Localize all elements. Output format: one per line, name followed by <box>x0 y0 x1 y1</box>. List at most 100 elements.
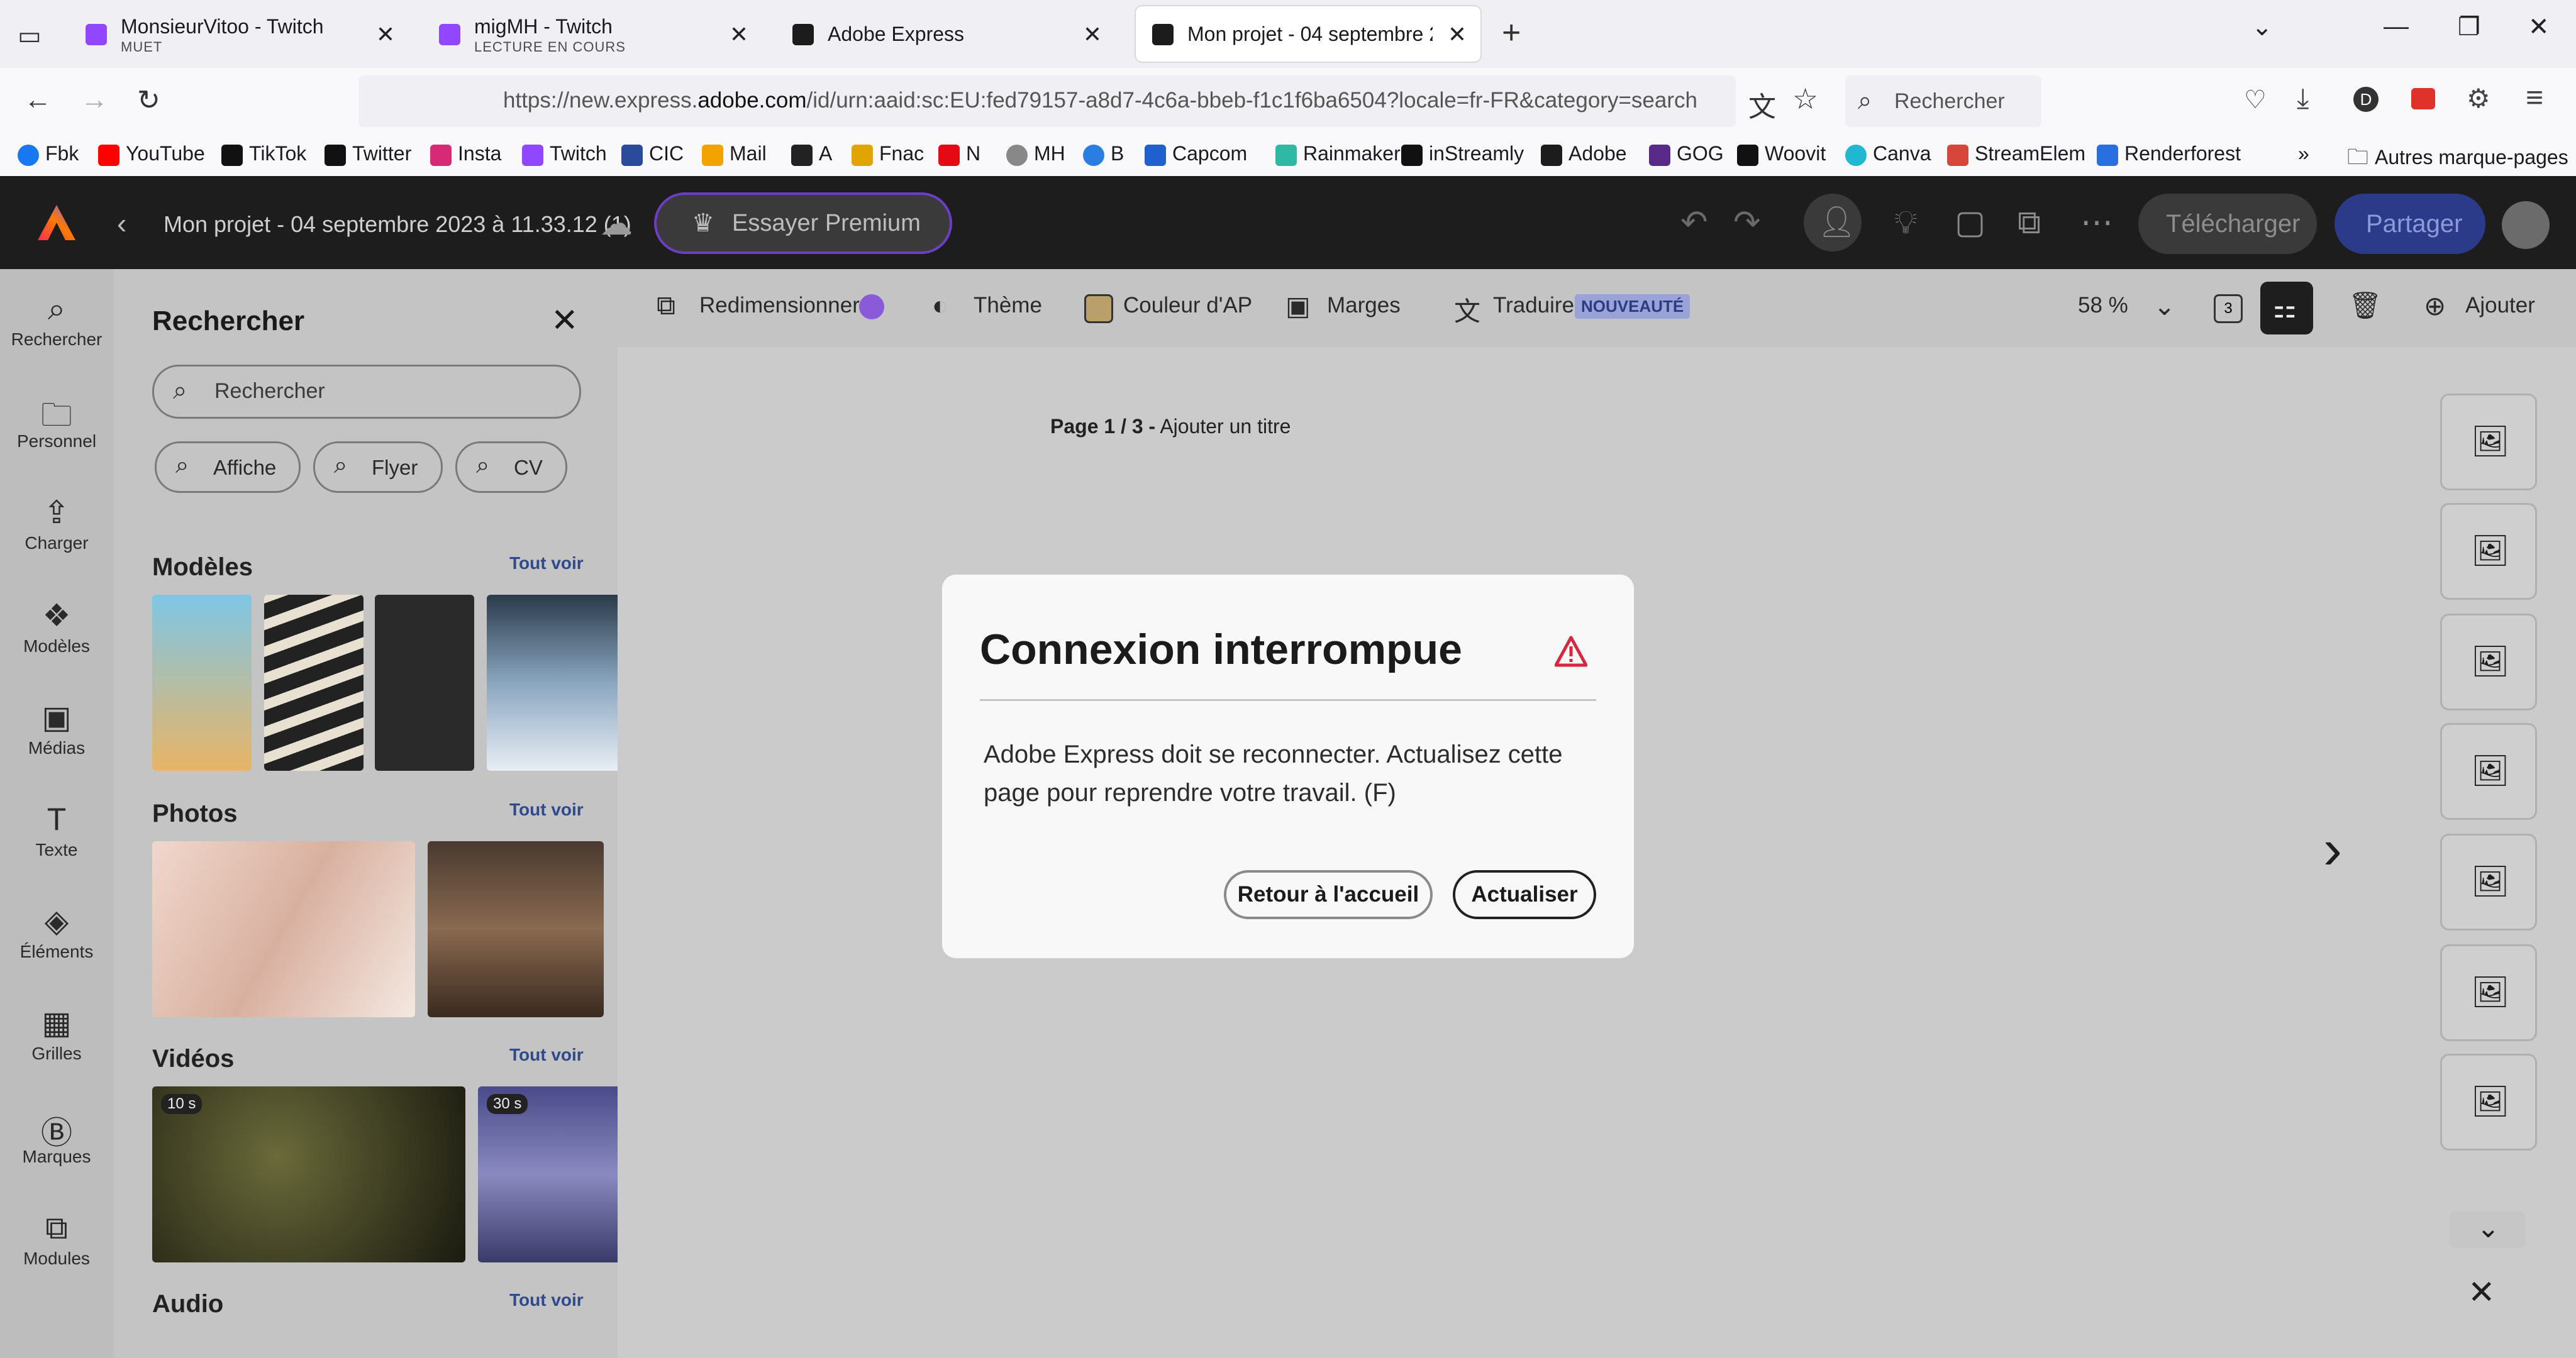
rail-item-personal[interactable]: 🗀 Personnel <box>0 392 113 451</box>
back-icon[interactable]: ← <box>24 84 52 116</box>
list-all-tabs-icon[interactable]: ▭ <box>18 21 42 50</box>
chip-affiche[interactable]: ⌕ Affiche <box>155 441 301 493</box>
page-thumbnail[interactable]: 🖼︎ <box>2440 834 2537 930</box>
tab-list-chevron-icon[interactable]: ⌄ <box>2251 13 2273 41</box>
rail-item-upload[interactable]: ⇪ Charger <box>0 494 113 553</box>
more-options-icon[interactable]: ⋯ <box>2080 204 2113 241</box>
review-icon[interactable]: ⧉ <box>2018 204 2041 242</box>
tab-migmh[interactable]: migMH - Twitch LECTURE EN COURS ✕ <box>423 6 762 62</box>
rail-item-elements[interactable]: ◈ Éléments <box>0 903 113 962</box>
page-thumbnail[interactable]: 🖼︎ <box>2440 944 2537 1041</box>
restore-icon[interactable]: ❐ <box>2458 13 2480 41</box>
bookmark-fnac[interactable]: Fnac <box>852 142 924 166</box>
trash-icon[interactable]: 🗑︎ <box>2348 290 2382 321</box>
back-to-home-button[interactable]: Retour à l'accueil <box>1224 870 1433 919</box>
rail-item-grids[interactable]: ▦ Grilles <box>0 1005 113 1064</box>
add-page-button[interactable]: Ajouter <box>2465 293 2535 318</box>
translate-button[interactable]: Traduire <box>1493 293 1574 318</box>
margins-button[interactable]: Marges <box>1327 293 1401 318</box>
see-all-photos-link[interactable]: Tout voir <box>509 800 584 820</box>
bookmark-instreamly[interactable]: inStreamly <box>1401 142 1524 166</box>
bookmark-insta[interactable]: Insta <box>430 142 501 166</box>
photo-thumbnail[interactable] <box>428 841 604 1017</box>
bookmark-streamelem[interactable]: StreamElem <box>1947 142 2085 166</box>
user-avatar[interactable] <box>2502 201 2550 249</box>
page-thumbnail[interactable]: 🖼︎ <box>2440 503 2537 600</box>
address-bar-url[interactable]: https://new.express.adobe.com/id/urn:aai… <box>503 88 1697 113</box>
try-premium-button[interactable]: ♛ Essayer Premium <box>657 195 950 251</box>
resize-button[interactable]: Redimensionner <box>699 293 860 318</box>
window-close-icon[interactable]: ✕ <box>2528 13 2550 41</box>
next-page-chevron-icon[interactable]: › <box>2323 817 2342 882</box>
rail-item-brands[interactable]: Ⓑ Marques <box>0 1108 113 1167</box>
bookmark-twitter[interactable]: Twitter <box>325 142 411 166</box>
page-thumbnail[interactable]: 🖼︎ <box>2440 614 2537 710</box>
back-chevron-icon[interactable]: ‹ <box>117 206 126 240</box>
video-thumbnail[interactable]: 10 s <box>152 1086 465 1262</box>
see-all-videos-link[interactable]: Tout voir <box>509 1045 584 1065</box>
forward-icon[interactable]: → <box>80 84 108 116</box>
close-tab-icon[interactable]: ✕ <box>730 21 748 48</box>
page-label[interactable]: Page 1 / 3 - Ajouter un titre <box>1050 415 1291 438</box>
brand-color-button[interactable]: Couleur d'AP <box>1123 293 1252 318</box>
tab-mon-projet[interactable]: Mon projet - 04 septembre 2023 ✕ <box>1136 6 1480 62</box>
see-all-audio-link[interactable]: Tout voir <box>509 1290 584 1310</box>
bookmark-adobe[interactable]: Adobe <box>1541 142 1627 166</box>
bookmark-mh[interactable]: MH <box>1006 142 1065 166</box>
share-button[interactable]: Partager <box>2334 194 2485 254</box>
bookmark-fbk[interactable]: Fbk <box>18 142 79 166</box>
bookmark-rainmaker[interactable]: Rainmaker <box>1275 142 1401 166</box>
bookmark-star-icon[interactable]: ☆ <box>1792 82 1818 116</box>
page-thumbnail[interactable]: 🖼︎ <box>2440 1054 2537 1151</box>
template-thumbnail[interactable] <box>487 595 618 771</box>
close-tab-icon[interactable]: ✕ <box>376 21 395 48</box>
tab-adobe-express[interactable]: Adobe Express ✕ <box>776 6 1116 62</box>
minimize-icon[interactable]: — <box>2384 13 2409 41</box>
browser-search-box[interactable]: ⌕ Rechercher <box>1845 75 2041 127</box>
zoom-chevron-icon[interactable]: ⌄ <box>2153 290 2175 321</box>
page-thumbnail[interactable]: 🖼︎ <box>2440 723 2537 820</box>
close-tab-icon[interactable]: ✕ <box>1083 21 1102 48</box>
template-thumbnail[interactable] <box>152 595 252 771</box>
bookmark-gog[interactable]: GOG <box>1649 142 1724 166</box>
refresh-button[interactable]: Actualiser <box>1453 870 1596 919</box>
rail-item-search[interactable]: ⌕ Rechercher <box>0 290 113 350</box>
bookmark-netflix[interactable]: N <box>938 142 980 166</box>
downloads-icon[interactable]: ⤓ <box>2297 83 2309 114</box>
project-title[interactable]: Mon projet - 04 septembre 2023 à 11.33.1… <box>164 211 631 238</box>
pocket-icon[interactable]: ♡ <box>2244 86 2267 114</box>
bookmark-capcom[interactable]: Capcom <box>1145 142 1247 166</box>
bookmark-amazon[interactable]: A <box>791 142 832 166</box>
new-tab-icon[interactable]: + <box>1502 14 1521 52</box>
rail-item-text[interactable]: T Texte <box>0 801 113 860</box>
extensions-icon[interactable]: ⚙ <box>2467 83 2490 114</box>
record-extension-icon[interactable] <box>2411 88 2435 109</box>
bookmark-twitch[interactable]: Twitch <box>522 142 607 166</box>
bookmark-cic[interactable]: CIC <box>621 142 684 166</box>
zoom-level[interactable]: 58 % <box>2078 293 2128 318</box>
bookmark-youtube[interactable]: YouTube <box>98 142 205 166</box>
bookmark-tiktok[interactable]: TikTok <box>221 142 306 166</box>
reload-icon[interactable]: ↻ <box>137 84 160 116</box>
bookmark-mail[interactable]: Mail <box>702 142 767 166</box>
adobe-express-logo[interactable] <box>36 204 77 241</box>
photo-thumbnail[interactable] <box>152 841 415 1017</box>
scroll-down-button[interactable]: ⌄ <box>2449 1211 2526 1249</box>
bookmark-renderforest[interactable]: Renderforest <box>2097 142 2241 166</box>
layout-toggle-button[interactable]: ⚏ <box>2260 282 2313 334</box>
redo-icon[interactable]: ↷ <box>1733 204 1761 241</box>
rail-item-addons[interactable]: ⧉ Modules <box>0 1210 113 1269</box>
extension-d-icon[interactable]: D <box>2353 87 2379 112</box>
download-button[interactable]: Télécharger <box>2138 194 2317 254</box>
panel-search-input[interactable]: ⌕ Rechercher <box>152 365 581 419</box>
undo-icon[interactable]: ↶ <box>1680 204 1708 241</box>
video-thumbnail[interactable]: 30 s <box>478 1086 618 1262</box>
close-panel-icon[interactable]: ✕ <box>551 302 579 340</box>
bookmarks-overflow-icon[interactable]: » <box>2298 142 2309 165</box>
bookmark-b[interactable]: B <box>1083 142 1124 166</box>
comment-icon[interactable]: ▢ <box>1955 204 1985 241</box>
other-bookmarks[interactable]: 🗀 Autres marque-pages <box>2347 142 2568 178</box>
translate-icon[interactable]: 文 <box>1748 84 1776 124</box>
theme-button[interactable]: Thème <box>974 293 1042 318</box>
lightbulb-icon[interactable]: 💡︎ <box>1894 204 1917 242</box>
